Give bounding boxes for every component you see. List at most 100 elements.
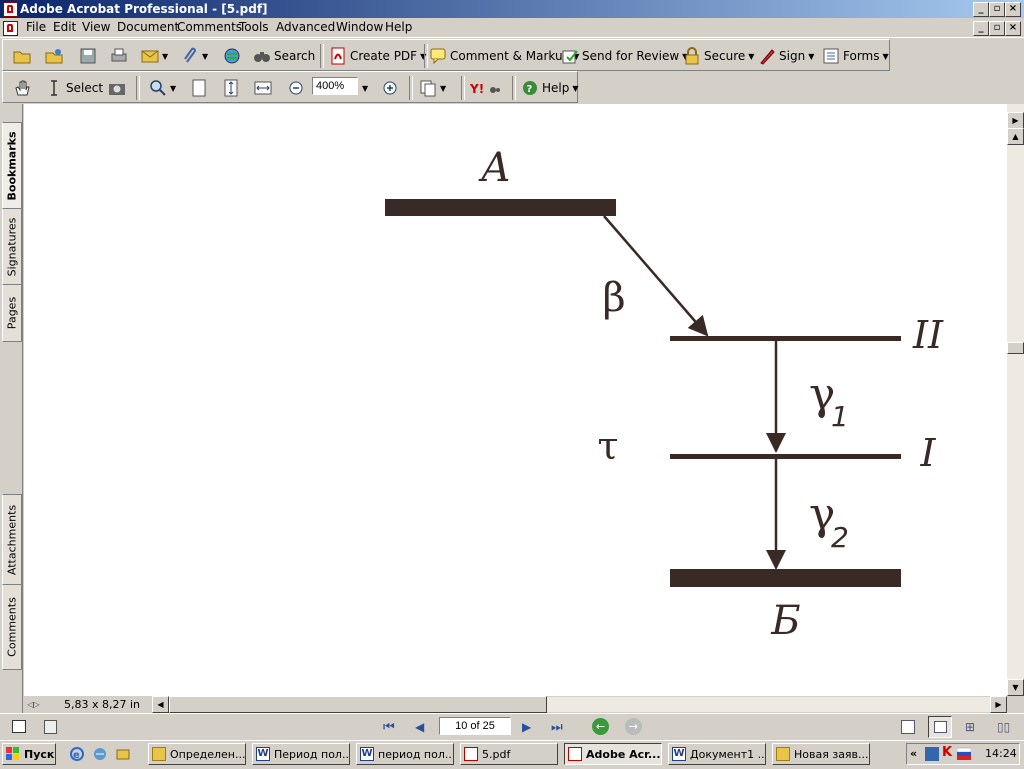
single-page-icon[interactable] — [901, 720, 915, 734]
save-button[interactable] — [79, 46, 97, 66]
dropdown-arrow-icon: ▼ — [808, 51, 815, 61]
menu-edit[interactable]: Edit — [53, 20, 76, 34]
minimize-button[interactable]: _ — [973, 2, 989, 17]
tab-pages[interactable]: Pages — [2, 284, 22, 342]
first-page-icon[interactable]: ⏮ — [383, 720, 395, 735]
doc-close-button[interactable]: × — [1005, 21, 1021, 36]
dropdown-arrow-icon: ▼ — [162, 51, 169, 61]
menu-tools[interactable]: Tools — [239, 20, 269, 34]
zoom-out-icon — [287, 79, 305, 97]
help-button[interactable]: ? Help ▼ — [521, 78, 579, 98]
file-toolbar: ▼ ▼ Search Create PDF ▼ Comment & Markup ▼… — [2, 39, 890, 71]
zoom-out-button[interactable] — [287, 78, 305, 98]
go-forward-icon[interactable]: → — [625, 718, 642, 735]
sign-button[interactable]: Sign ▼ — [758, 46, 814, 66]
snapshot-tool-button[interactable] — [108, 78, 126, 98]
scroll-thumb[interactable] — [1007, 342, 1024, 354]
web-button[interactable] — [223, 46, 241, 66]
zoom-in-tool-button[interactable]: ▼ — [149, 78, 176, 98]
taskbar-item[interactable]: W Документ1 ... — [668, 743, 766, 765]
taskbar-item[interactable]: 5.pdf — [460, 743, 558, 765]
continuous-view-icon[interactable] — [928, 716, 952, 738]
page-number-field[interactable] — [439, 717, 511, 735]
taskbar-item[interactable]: W Период пол... — [252, 743, 350, 765]
zoom-dropdown[interactable]: ▼ — [362, 78, 368, 98]
scroll-down-arrow-icon[interactable]: ▼ — [1007, 679, 1024, 696]
page-icon — [190, 79, 208, 97]
facing-pages-icon[interactable]: ▯▯ — [997, 720, 1010, 734]
print-button[interactable] — [110, 46, 128, 66]
fit-page-button[interactable] — [222, 78, 240, 98]
word-document-icon: W — [672, 747, 686, 761]
level-a-label: A — [478, 145, 511, 191]
hand-tool-button[interactable] — [13, 78, 31, 98]
fit-width-button[interactable] — [254, 78, 272, 98]
scroll-right-page-icon[interactable]: ▶ — [1007, 112, 1024, 129]
scroll-right-arrow-icon[interactable]: ▶ — [990, 696, 1007, 713]
antivirus-tray-icon[interactable]: K — [942, 745, 952, 760]
network-tray-icon[interactable] — [925, 747, 939, 761]
restore-button[interactable]: ▫ — [989, 2, 1005, 17]
tab-comments[interactable]: Comments — [2, 584, 22, 670]
next-page-icon[interactable]: ▶ — [522, 720, 531, 734]
vertical-scrollbar[interactable]: ▶ ▲ ▼ — [1007, 104, 1024, 696]
actual-size-button[interactable] — [190, 78, 208, 98]
last-page-icon[interactable]: ⏭ — [551, 720, 563, 735]
menu-advanced[interactable]: Advanced — [276, 20, 335, 34]
language-flag-icon[interactable] — [956, 747, 972, 761]
previous-page-icon[interactable]: ◀ — [415, 720, 424, 734]
go-back-icon[interactable]: ← — [592, 718, 609, 735]
menu-file[interactable]: File — [26, 20, 46, 34]
taskbar-item[interactable]: Определен... — [148, 743, 246, 765]
send-for-review-button[interactable]: Send for Review ▼ — [561, 46, 688, 66]
close-button[interactable]: × — [1005, 2, 1021, 17]
page-thumb-icon[interactable] — [44, 720, 57, 734]
menu-view[interactable]: View — [82, 20, 110, 34]
show-hide-nav-icon[interactable] — [12, 720, 26, 733]
create-pdf-button[interactable]: Create PDF ▼ — [329, 46, 426, 66]
tray-expand-icon[interactable]: « — [910, 747, 917, 760]
select-tool-button[interactable]: Select — [45, 78, 103, 98]
taskbar-item[interactable]: Wпериод пол... — [356, 743, 454, 765]
tab-bookmarks[interactable]: Bookmarks — [2, 122, 22, 210]
folder-icon — [776, 747, 790, 761]
zoom-input[interactable] — [312, 77, 358, 95]
scroll-left-arrow-icon[interactable]: ◀ — [152, 696, 169, 713]
secure-button[interactable]: Secure ▼ — [683, 46, 754, 66]
continuous-facing-icon[interactable]: ⊞ — [965, 720, 975, 734]
forms-button[interactable]: Forms ▼ — [822, 46, 889, 66]
email-icon — [141, 47, 159, 65]
split-handle-icon[interactable]: ◁▷ — [26, 697, 41, 712]
ie-icon[interactable]: e — [70, 747, 84, 761]
horizontal-scroll-thumb[interactable] — [169, 696, 547, 713]
search-button[interactable]: Search — [253, 46, 315, 66]
zoom-in-button[interactable] — [381, 78, 399, 98]
quick-launch-icon[interactable] — [116, 747, 130, 761]
yahoo-icon: Y! — [469, 79, 501, 97]
tab-signatures[interactable]: Signatures — [2, 208, 22, 286]
attach-button[interactable]: ▼ — [181, 46, 208, 66]
level-a-bar — [385, 199, 616, 216]
taskbar-item[interactable]: Новая заяв... — [772, 743, 870, 765]
tab-attachments[interactable]: Attachments — [2, 494, 22, 586]
menu-window[interactable]: Window — [336, 20, 383, 34]
menu-comments[interactable]: Comments — [177, 20, 242, 34]
open-button[interactable] — [13, 46, 31, 66]
outlook-express-icon[interactable] — [93, 747, 107, 761]
email-button[interactable]: ▼ — [141, 46, 168, 66]
menu-document[interactable]: Document — [117, 20, 179, 34]
organizer-button[interactable] — [45, 46, 63, 66]
start-button[interactable]: Пуск — [2, 743, 56, 765]
doc-restore-button[interactable]: ▫ — [989, 21, 1005, 36]
menu-help[interactable]: Help — [385, 20, 412, 34]
yahoo-toolbar-button[interactable]: Y! — [469, 78, 501, 98]
comment-markup-button[interactable]: Comment & Markup ▼ — [429, 46, 579, 66]
doc-minimize-button[interactable]: _ — [973, 21, 989, 36]
document-icon[interactable] — [3, 21, 18, 36]
rotate-view-button[interactable]: ▼ — [419, 78, 446, 98]
scroll-up-arrow-icon[interactable]: ▲ — [1007, 128, 1024, 145]
zoom-in-icon — [381, 79, 399, 97]
dropdown-arrow-icon: ▼ — [748, 51, 755, 61]
horizontal-scroll-track[interactable] — [547, 697, 990, 712]
taskbar-item-active[interactable]: Adobe Acr... — [564, 743, 662, 765]
